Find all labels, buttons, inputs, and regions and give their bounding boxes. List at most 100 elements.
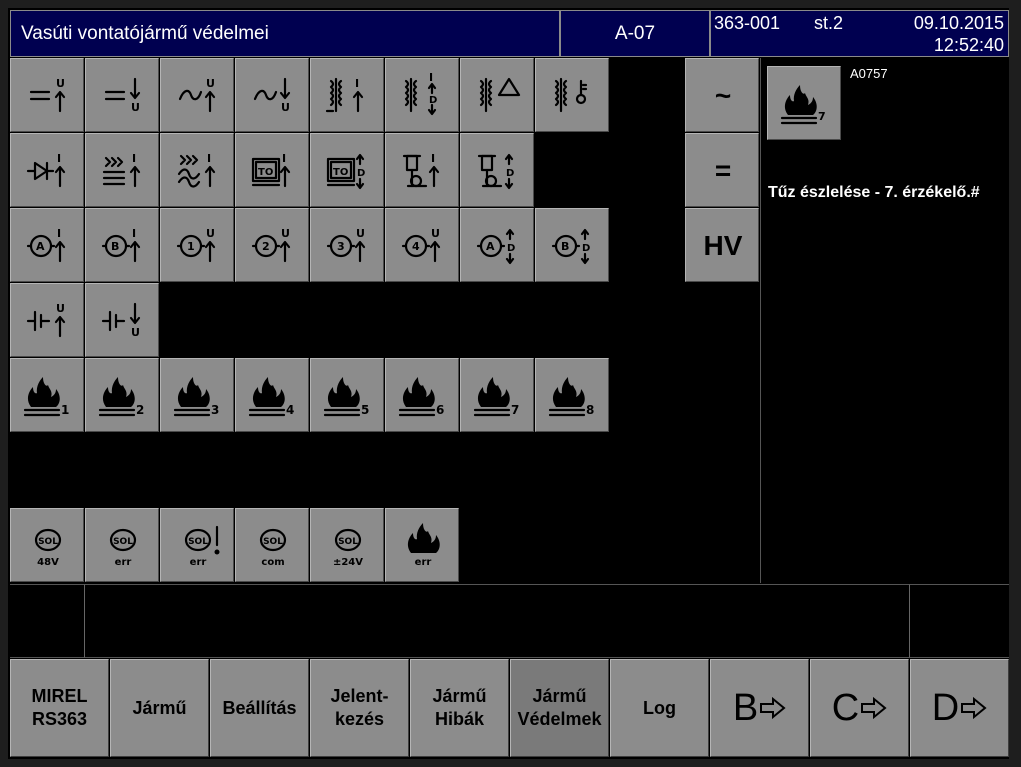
transformer-current-button[interactable]: I: [310, 58, 384, 132]
battery-voltage-under-button[interactable]: U: [85, 283, 159, 357]
motor-a-current-icon: AI: [26, 227, 66, 263]
fire-sensor-button[interactable]: 1: [10, 358, 84, 432]
dc-voltage-over-button[interactable]: U: [10, 58, 84, 132]
nav-log-button[interactable]: Log: [610, 659, 709, 757]
compressor-differential-button[interactable]: D: [460, 133, 534, 207]
inverter-current-icon: I: [177, 152, 216, 188]
svg-text:I: I: [57, 152, 61, 165]
transformer-delta-icon: [479, 77, 521, 113]
svg-text:D: D: [357, 168, 365, 179]
fire-sensor-button[interactable]: 8: [535, 358, 609, 432]
motor-b-current-button[interactable]: BI: [85, 208, 159, 282]
motor-a-differential-button[interactable]: AD: [460, 208, 534, 282]
diode-current-button[interactable]: I: [10, 133, 84, 207]
ac-voltage-over-button[interactable]: U: [160, 58, 234, 132]
arrow-right-icon: [961, 697, 987, 719]
svg-text:I: I: [431, 152, 435, 165]
fire-sensor-button[interactable]: 7: [460, 358, 534, 432]
motor-3-voltage-icon: 3U: [326, 227, 366, 263]
sol-module-icon: SOL com: [259, 528, 287, 568]
screen-code: A-07: [560, 10, 710, 57]
rectifier-current-button[interactable]: I: [85, 133, 159, 207]
motor-b-differential-button[interactable]: BD: [535, 208, 609, 282]
svg-text:2: 2: [262, 240, 270, 253]
motor-4-voltage-button[interactable]: 4U: [385, 208, 459, 282]
fire-icon: 4: [248, 377, 294, 417]
nav-vedelmek-line2: Védelmek: [517, 709, 602, 729]
sol-top-label: SOL: [338, 537, 358, 547]
motor-a-current-button[interactable]: AI: [10, 208, 84, 282]
sol-module-icon: SOL err: [109, 528, 137, 568]
transformer-temperature-button[interactable]: [535, 58, 609, 132]
svg-text:I: I: [207, 152, 211, 165]
ac-voltage-under-button[interactable]: U: [235, 58, 309, 132]
svg-text:B: B: [561, 240, 569, 253]
fire-icon: 3: [173, 377, 219, 417]
alarm-code: A0757: [850, 66, 888, 81]
sol-top-label: SOL: [113, 537, 133, 547]
nav-d-label: D: [931, 686, 960, 729]
svg-text:U: U: [131, 326, 140, 339]
sol-module-icon: SOL 48V: [34, 528, 62, 568]
svg-text:U: U: [206, 227, 215, 240]
nav-beallitas-label: Beállítás: [222, 697, 297, 718]
sol-bottom-label: err: [115, 557, 132, 568]
svg-text:B: B: [111, 240, 119, 253]
to-current-button[interactable]: TO I: [235, 133, 309, 207]
compressor-current-button[interactable]: I: [385, 133, 459, 207]
sol-status-button[interactable]: SOL 48V: [10, 508, 84, 582]
nav-jarmu-hibak-button[interactable]: Jármű Hibák: [410, 659, 509, 757]
sol-status-button[interactable]: err: [385, 508, 459, 582]
svg-text:1: 1: [187, 240, 195, 253]
ac-mode-label: ~: [714, 80, 732, 111]
motor-1-voltage-button[interactable]: 1U: [160, 208, 234, 282]
nav-b-button[interactable]: B: [710, 659, 809, 757]
motor-4-voltage-icon: 4U: [401, 227, 441, 263]
svg-text:U: U: [56, 77, 65, 90]
sol-bottom-label: com: [261, 557, 284, 568]
nav-log-label: Log: [643, 697, 676, 718]
svg-text:A: A: [36, 240, 45, 253]
fire-sensor-index: 8: [586, 403, 594, 417]
nav-jarmu-vedelmek-button[interactable]: Jármű Védelmek: [510, 659, 609, 757]
motor-3-voltage-button[interactable]: 3U: [310, 208, 384, 282]
vehicle-id: 363-001: [714, 13, 781, 33]
hv-mode-button[interactable]: HV: [685, 208, 759, 282]
to-differential-button[interactable]: TO D: [310, 133, 384, 207]
fire-sensor-button[interactable]: 3: [160, 358, 234, 432]
compressor-current-icon: I: [402, 152, 440, 188]
fire-sensor-button[interactable]: 6: [385, 358, 459, 432]
dc-mode-button[interactable]: =: [685, 133, 759, 207]
sol-status-button[interactable]: SOL com: [235, 508, 309, 582]
nav-jarmu-button[interactable]: Jármű: [110, 659, 209, 757]
alarm-message: Tűz észlelése - 7. érzékelő.#: [768, 184, 980, 201]
svg-text:D: D: [582, 243, 590, 254]
sol-module-icon: SOL ±24V: [333, 528, 363, 568]
svg-text:I: I: [132, 152, 136, 165]
sol-status-button[interactable]: SOL ±24V: [310, 508, 384, 582]
rectifier-current-icon: I: [102, 152, 141, 188]
svg-text:4: 4: [412, 240, 420, 253]
nav-beallitas-button[interactable]: Beállítás: [210, 659, 309, 757]
svg-text:U: U: [206, 77, 215, 90]
motor-a-differential-icon: AD: [476, 228, 515, 265]
fire-sensor-button[interactable]: 5: [310, 358, 384, 432]
nav-c-button[interactable]: C: [810, 659, 909, 757]
dc-voltage-under-icon: U: [104, 77, 141, 114]
motor-2-voltage-button[interactable]: 2U: [235, 208, 309, 282]
inverter-current-button[interactable]: I: [160, 133, 234, 207]
svg-text:I: I: [429, 71, 433, 84]
nav-jelentkezes-button[interactable]: Jelent-kezés: [310, 659, 409, 757]
battery-voltage-over-button[interactable]: U: [10, 283, 84, 357]
fire-sensor-button[interactable]: 2: [85, 358, 159, 432]
dc-voltage-under-button[interactable]: U: [85, 58, 159, 132]
fire-sensor-button[interactable]: 4: [235, 358, 309, 432]
ac-mode-button[interactable]: ~: [685, 58, 759, 132]
nav-mirel-button[interactable]: MIREL RS363: [10, 659, 109, 757]
nav-d-button[interactable]: D: [910, 659, 1009, 757]
sol-status-button[interactable]: SOL err: [85, 508, 159, 582]
diode-current-icon: I: [26, 152, 66, 188]
transformer-differential-button[interactable]: ID: [385, 58, 459, 132]
sol-status-button[interactable]: SOL err: [160, 508, 234, 582]
transformer-delta-button[interactable]: [460, 58, 534, 132]
